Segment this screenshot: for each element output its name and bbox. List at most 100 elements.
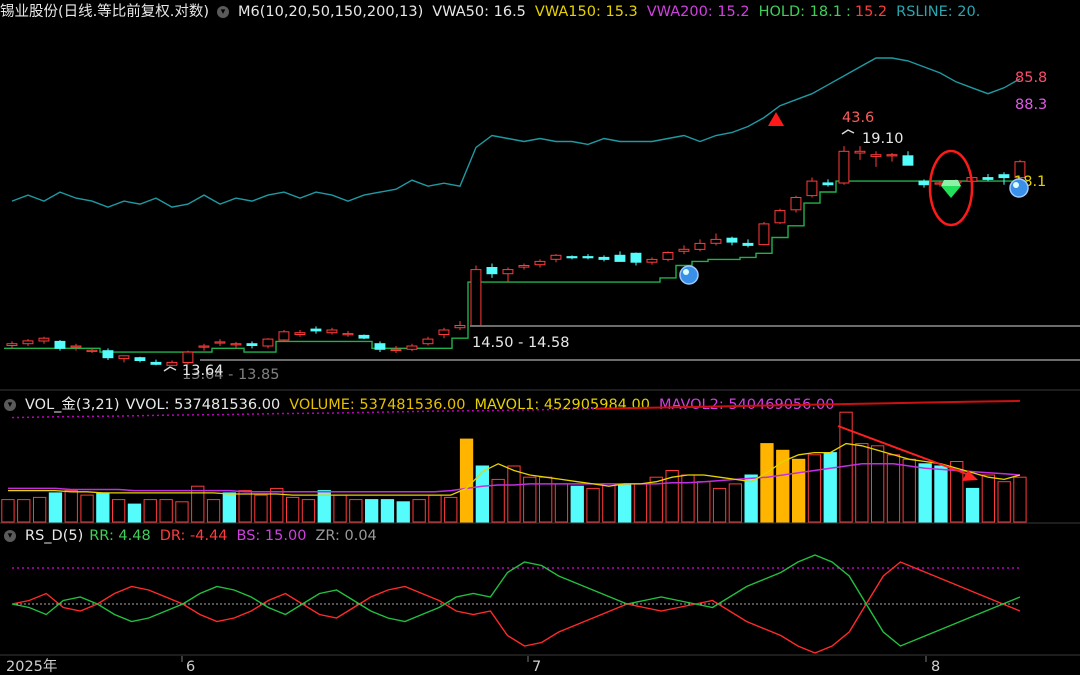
candle	[198, 345, 210, 348]
candle	[246, 343, 258, 347]
volume-bar	[760, 443, 774, 523]
candle	[182, 351, 194, 364]
candle	[166, 361, 178, 366]
low-range-label: 13.64 - 13.85	[182, 367, 279, 383]
volume-bar	[222, 492, 236, 523]
vwa-solid-series	[595, 399, 1021, 410]
volume-bar	[997, 481, 1011, 523]
volume-bar	[965, 487, 980, 523]
volume-bar	[143, 499, 157, 523]
candle	[774, 210, 786, 224]
volume-bar	[159, 499, 173, 523]
volume-bar	[48, 492, 63, 523]
candle	[326, 329, 338, 334]
candle	[806, 180, 818, 197]
volume-bar	[934, 465, 948, 523]
volume-bar	[586, 487, 600, 523]
up-triangle-marker	[768, 112, 784, 126]
candle	[822, 182, 834, 186]
candle	[854, 150, 866, 154]
candle	[902, 155, 914, 166]
blue-ball-highlight	[1013, 182, 1019, 188]
x-label-year: 2025年	[6, 658, 57, 675]
volume-bar	[412, 499, 426, 523]
volume-bar	[80, 494, 94, 523]
volume-bar	[191, 485, 205, 523]
volume-bar	[902, 458, 916, 523]
volume-bar	[333, 494, 347, 523]
volume-bar	[633, 483, 648, 523]
candle	[294, 332, 306, 336]
candle	[662, 252, 674, 260]
volume-bar	[380, 499, 395, 523]
volume-bar	[728, 483, 743, 523]
candle	[374, 343, 386, 350]
candle	[790, 197, 802, 211]
blue-ball-icon	[1009, 178, 1029, 198]
volume-bar	[807, 454, 822, 523]
volume-bar	[918, 463, 932, 523]
candle	[470, 269, 482, 327]
peak-label: 43.6	[842, 110, 874, 126]
candle	[870, 154, 882, 157]
candle	[982, 177, 994, 180]
candle	[214, 341, 226, 344]
candle	[518, 265, 530, 268]
candle	[262, 338, 274, 347]
candle	[630, 252, 642, 263]
volume-bar	[365, 499, 379, 523]
candle	[678, 248, 690, 252]
volume-bar	[618, 483, 632, 523]
candle	[438, 329, 450, 335]
x-label-august: 8	[931, 659, 940, 675]
candle	[726, 237, 738, 243]
candle	[614, 254, 626, 262]
volume-bar	[855, 443, 869, 523]
candle	[358, 334, 370, 339]
volume-bar	[1, 499, 15, 523]
candle	[310, 328, 322, 332]
volume-bar	[1013, 476, 1027, 523]
candle	[598, 256, 610, 260]
candle	[278, 331, 290, 341]
candle	[646, 258, 658, 263]
blue-ball-highlight	[683, 269, 689, 275]
candle	[86, 349, 98, 352]
candle	[694, 242, 706, 250]
volume-bar	[33, 496, 47, 523]
blue-ball-icon	[679, 265, 699, 285]
candle	[118, 355, 130, 360]
volume-bar	[127, 503, 142, 523]
pointer-arrow-icon	[841, 129, 855, 135]
volume-bar	[554, 483, 569, 523]
volume-bar	[64, 490, 78, 523]
vwa-dotted-series	[11, 407, 596, 419]
high-price-label: 19.10	[862, 131, 904, 147]
volume-bar	[175, 501, 189, 523]
candle	[534, 260, 546, 266]
candle	[566, 256, 578, 259]
candle	[342, 333, 354, 336]
candle	[486, 267, 498, 275]
rsd-series	[11, 554, 1021, 654]
volume-bar	[570, 485, 584, 523]
volume-bar	[871, 445, 885, 523]
main-series	[4, 57, 1028, 419]
candle	[918, 180, 930, 186]
candle	[422, 338, 434, 345]
green-gem-icon	[941, 186, 961, 198]
volume-bar	[792, 458, 806, 523]
volume-bar	[254, 494, 268, 523]
candle	[22, 340, 34, 345]
volume-bar	[238, 490, 252, 523]
volume-bar	[428, 494, 442, 523]
volume-bar	[444, 496, 458, 523]
volume-bar	[823, 452, 837, 523]
volume-bar	[349, 499, 363, 523]
rs-high-label: 85.8	[1015, 70, 1047, 86]
volume-bar	[981, 474, 996, 523]
volume-bar	[396, 501, 410, 523]
candle	[54, 340, 66, 349]
candle	[742, 242, 754, 246]
candle	[38, 337, 50, 342]
